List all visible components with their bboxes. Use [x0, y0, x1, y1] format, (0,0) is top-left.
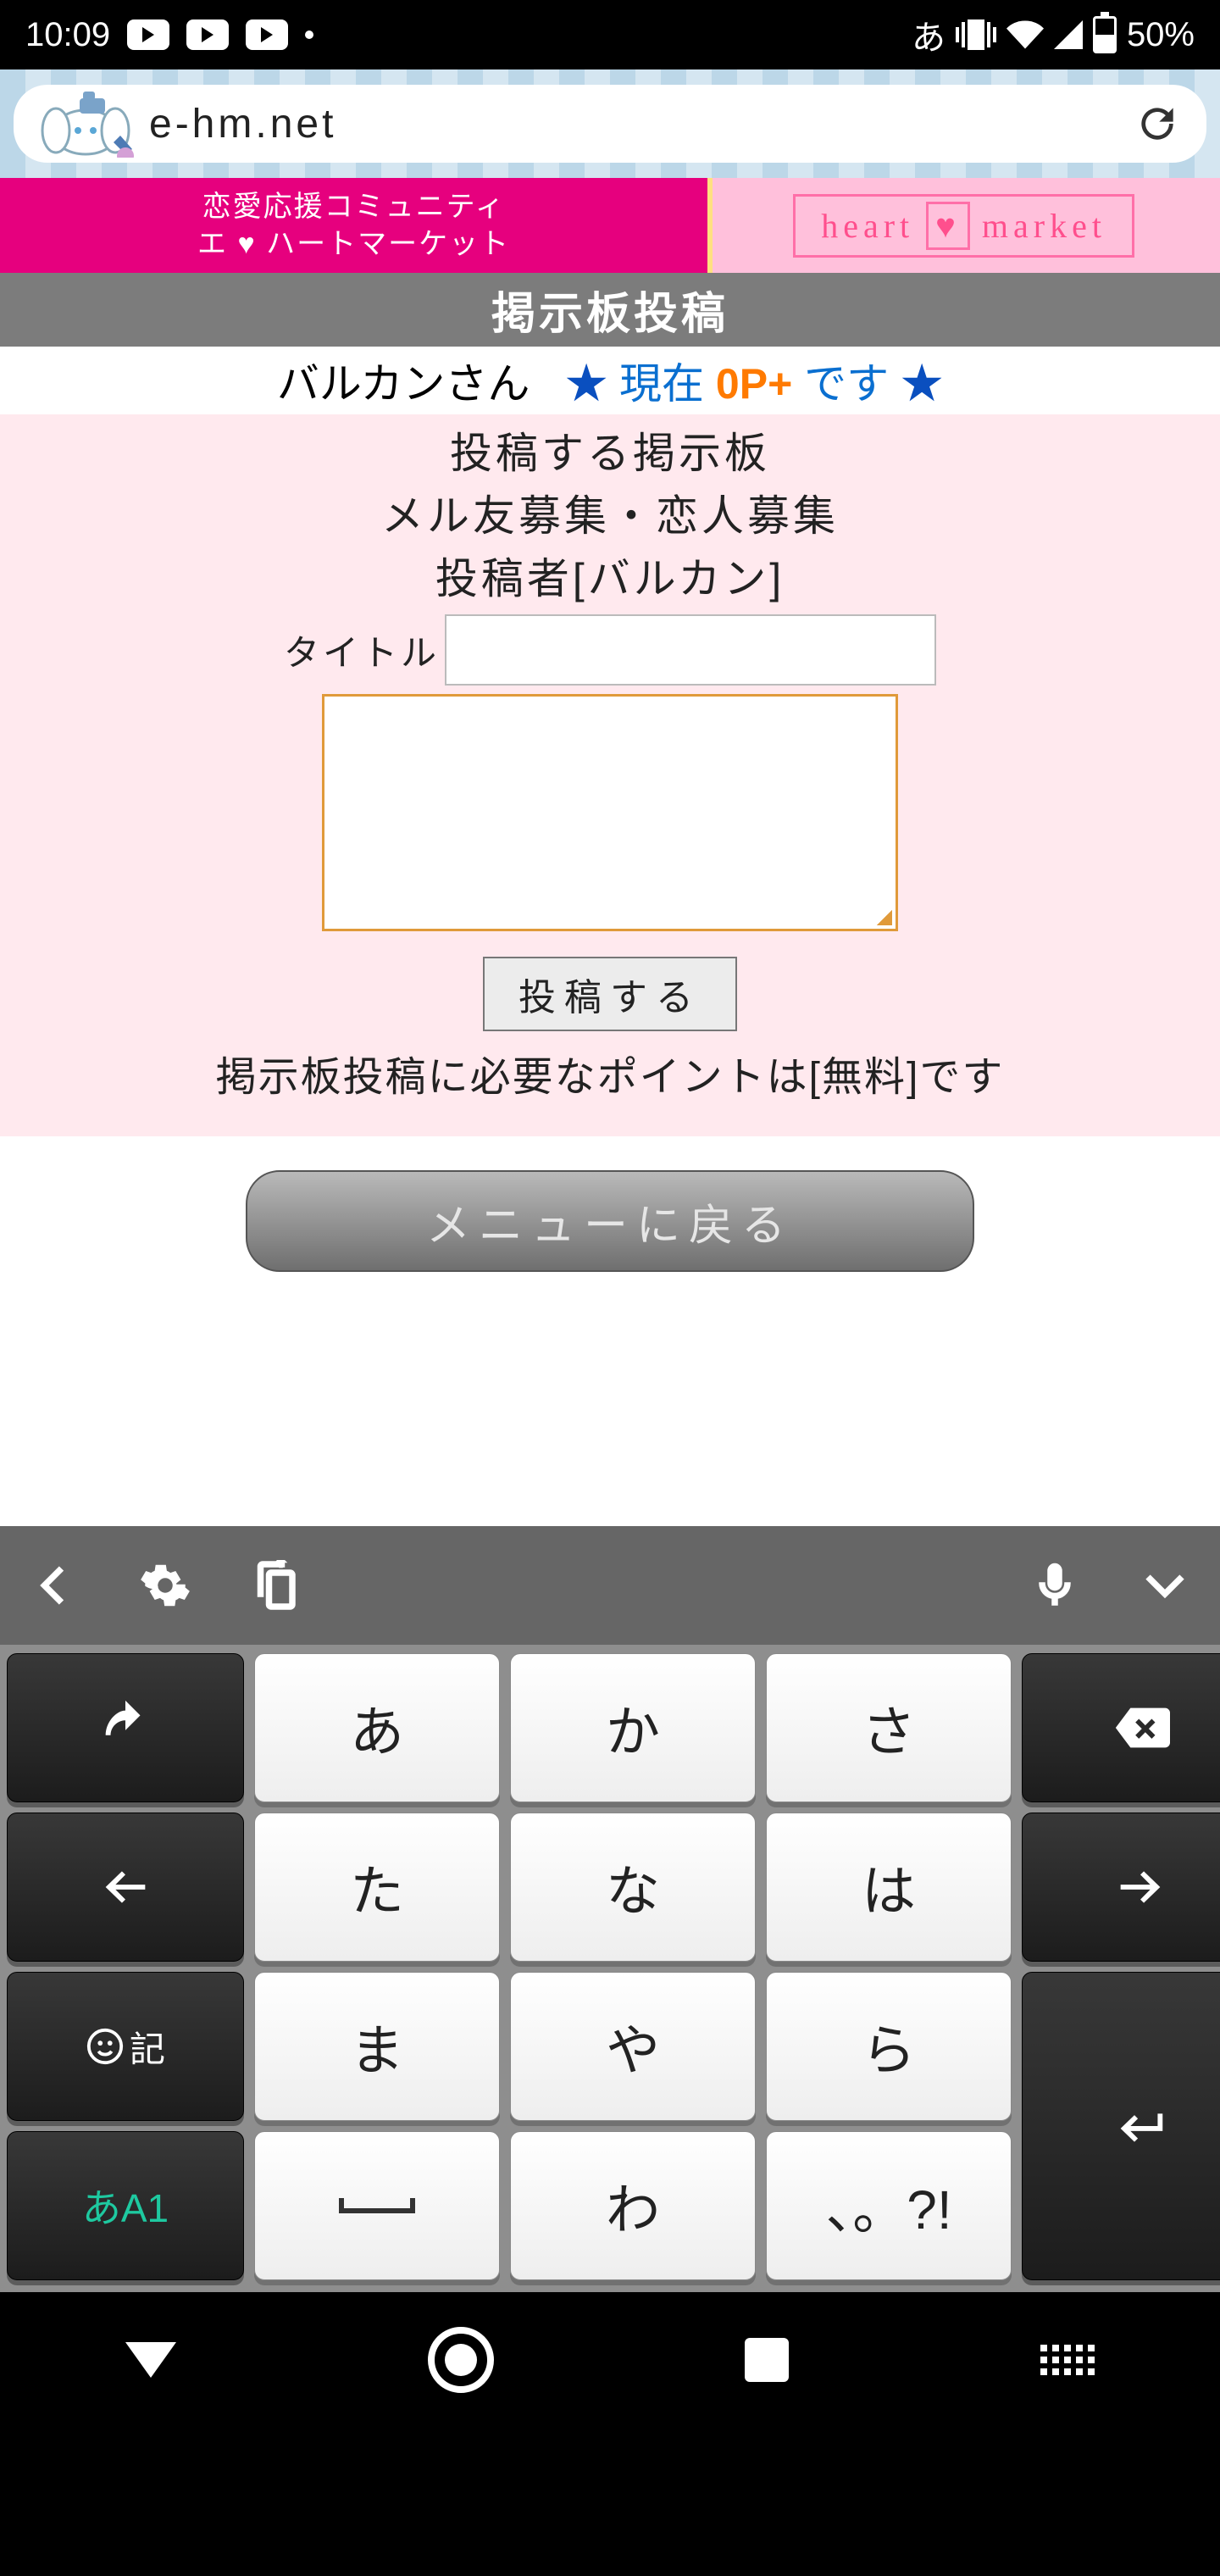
points-post: です [804, 360, 889, 408]
submit-button[interactable]: 投稿する [483, 957, 737, 1031]
banner-tagline: 恋愛応援コミュニティ エ ♥ ハートマーケット [0, 178, 707, 273]
title-row: タイトル [0, 614, 1220, 686]
key-backspace[interactable] [1022, 1653, 1220, 1802]
key-sa[interactable]: さ [766, 1653, 1012, 1802]
soft-keyboard: あ か さ た な は 記 ま や ら あA1 わ 、。?! [0, 1645, 1220, 2292]
android-status-bar: 10:09 あ 50% [0, 0, 1220, 69]
logo-heart-icon: ♥ [926, 202, 970, 250]
post-form: 投稿する掲示板 メル友募集・恋人募集 投稿者[バルカン] タイトル 投稿する 掲… [0, 414, 1220, 1136]
site-banner: 恋愛応援コミュニティ エ ♥ ハートマーケット heart ♥ market [0, 178, 1220, 273]
notification-youtube-icon [186, 19, 229, 50]
keyboard-clipboard-icon[interactable] [246, 1556, 305, 1615]
board-heading: 投稿する掲示板 [0, 419, 1220, 480]
key-emoji-label: 記 [130, 2021, 165, 2073]
banner-line2: エ ♥ ハートマーケット [197, 225, 510, 263]
cost-notice: 掲示板投稿に必要なポイントは[無料]です [0, 1043, 1220, 1102]
key-ha[interactable]: は [766, 1813, 1012, 1962]
url-text: e-hm.net [149, 101, 1134, 147]
key-mode-switch[interactable]: あA1 [7, 2131, 244, 2280]
key-space[interactable] [254, 2131, 500, 2280]
status-left: 10:09 [25, 16, 313, 54]
star-icon: ★ [901, 360, 943, 408]
board-name: メル友募集・恋人募集 [0, 482, 1220, 543]
key-enter[interactable] [1022, 1972, 1220, 2280]
battery-percent: 50% [1127, 16, 1195, 54]
keyboard-back-icon[interactable] [25, 1556, 85, 1615]
user-status-line: バルカンさん ★ 現在 0P+ です ★ [0, 347, 1220, 414]
key-wa[interactable]: わ [510, 2131, 756, 2280]
key-punct[interactable]: 、。?! [766, 2131, 1012, 2280]
menu-return-wrap: メニューに戻る [0, 1136, 1220, 1526]
vibrate-icon [956, 19, 996, 50]
key-cursor-right[interactable] [1022, 1813, 1220, 1962]
keyboard-mic-icon[interactable] [1025, 1556, 1084, 1615]
android-nav-bar [0, 2292, 1220, 2428]
battery-icon [1093, 16, 1117, 53]
keyboard-settings-icon[interactable] [136, 1556, 195, 1615]
space-icon [339, 2198, 415, 2213]
key-ma[interactable]: ま [254, 1972, 500, 2121]
key-undo[interactable] [7, 1653, 244, 1802]
key-ka[interactable]: か [510, 1653, 756, 1802]
clock: 10:09 [25, 16, 110, 54]
key-a[interactable]: あ [254, 1653, 500, 1802]
banner-line1: 恋愛応援コミュニティ [202, 188, 506, 225]
notification-youtube-icon [246, 19, 288, 50]
key-ta[interactable]: た [254, 1813, 500, 1962]
nav-home-button[interactable] [428, 2327, 494, 2393]
ime-indicator: あ [912, 10, 946, 59]
key-ra[interactable]: ら [766, 1972, 1012, 2121]
key-ya[interactable]: や [510, 1972, 756, 2121]
notification-more-icon [305, 31, 313, 39]
logo-text-left: heart [821, 206, 914, 246]
wifi-icon [1006, 16, 1044, 53]
nav-hide-keyboard-button[interactable] [1040, 2345, 1095, 2375]
cell-signal-icon [1054, 20, 1083, 49]
status-right: あ 50% [912, 10, 1195, 59]
points-value: 0P+ [716, 360, 792, 408]
site-favicon [39, 90, 149, 158]
key-mode-label: あA1 [82, 2178, 169, 2234]
star-icon: ★ [565, 360, 607, 408]
nav-recents-button[interactable] [745, 2338, 789, 2382]
browser-chrome: e-hm.net [0, 69, 1220, 178]
key-emoji[interactable]: 記 [7, 1972, 244, 2121]
points-pre: 現在 [619, 360, 704, 408]
url-bar[interactable]: e-hm.net [14, 85, 1206, 163]
key-cursor-left[interactable] [7, 1813, 244, 1962]
refresh-icon[interactable] [1134, 100, 1181, 147]
notification-youtube-icon [127, 19, 169, 50]
title-input[interactable] [445, 614, 936, 686]
heart-market-logo: heart ♥ market [793, 194, 1134, 258]
key-na[interactable]: な [510, 1813, 756, 1962]
keyboard-toolbar [0, 1526, 1220, 1645]
body-textarea[interactable] [322, 694, 898, 931]
user-name: バルカンさん [277, 360, 530, 408]
keyboard-collapse-icon[interactable] [1135, 1556, 1195, 1615]
banner-logo: heart ♥ market [707, 178, 1220, 273]
nav-back-button[interactable] [125, 2342, 176, 2378]
title-label: タイトル [284, 625, 440, 676]
page-title: 掲示板投稿 [0, 273, 1220, 347]
menu-return-button[interactable]: メニューに戻る [246, 1170, 974, 1272]
logo-text-right: market [982, 206, 1106, 246]
poster-label: 投稿者[バルカン] [0, 545, 1220, 606]
